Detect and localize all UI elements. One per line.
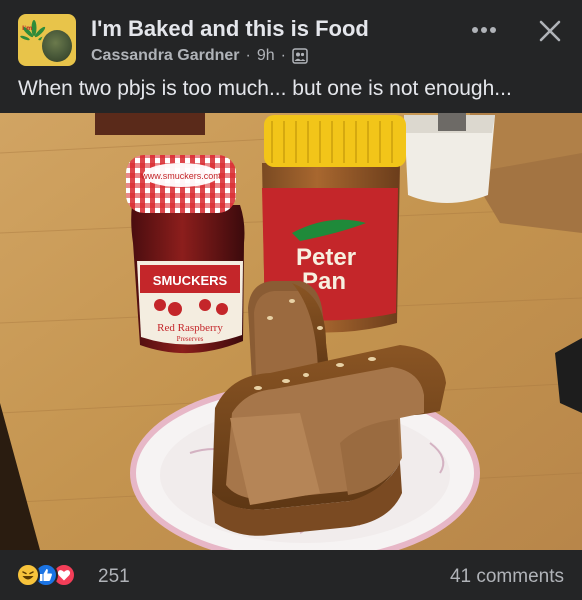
jar-flavor: Red Raspberry <box>157 322 223 334</box>
reaction-count[interactable]: 251 <box>98 566 130 588</box>
close-icon <box>539 20 561 42</box>
close-button[interactable] <box>535 16 565 46</box>
jar-type: Preserves <box>177 335 204 343</box>
post-photo[interactable]: Peter Pan www.smuckers.com SMUCKERS Red … <box>0 113 582 550</box>
group-avatar[interactable]: I'm <box>18 14 76 66</box>
avatar-photo <box>40 28 74 64</box>
group-name[interactable]: I'm Baked and this is Food <box>91 16 369 42</box>
post-time[interactable]: 9h <box>257 47 275 65</box>
comments-count[interactable]: 41 comments <box>450 566 564 588</box>
photo-illustration: Peter Pan www.smuckers.com SMUCKERS Red … <box>0 113 582 550</box>
haha-icon <box>16 563 40 587</box>
meta-separator-2: · <box>280 47 286 64</box>
more-dots-icon <box>472 27 496 33</box>
jar-brand: SMUCKERS <box>153 273 228 288</box>
post-meta: Cassandra Gardner · 9h · <box>91 47 308 65</box>
author-name[interactable]: Cassandra Gardner <box>91 47 240 65</box>
jar-lid-text: www.smuckers.com <box>140 171 221 181</box>
post-header: I'm I'm Baked and this is Food Cassandra… <box>0 0 582 75</box>
reaction-summary[interactable] <box>16 563 76 587</box>
svg-text:I'm: I'm <box>22 25 32 32</box>
more-options-button[interactable] <box>468 18 500 42</box>
group-members-icon <box>292 48 308 64</box>
pb-brand-line1: Peter <box>296 244 356 271</box>
meta-separator: · <box>245 47 251 64</box>
post-caption: When two pbjs is too much... but one is … <box>18 77 512 100</box>
